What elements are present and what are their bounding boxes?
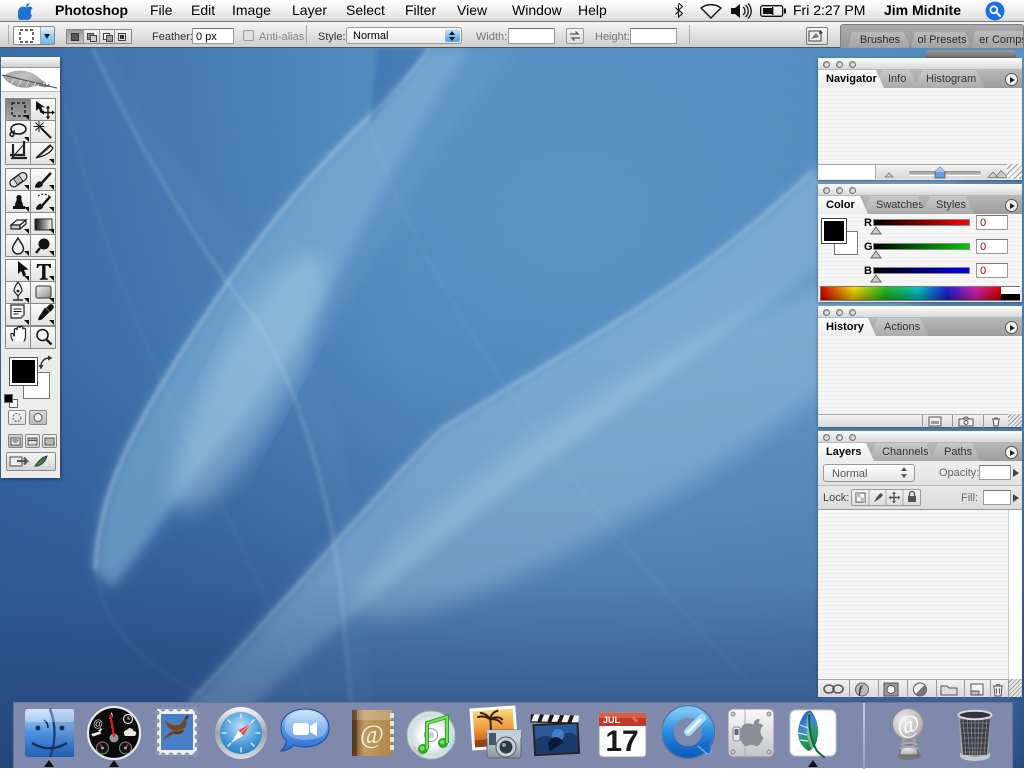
svg-text:@: @: [93, 719, 103, 730]
svg-text:17: 17: [605, 725, 638, 758]
svg-text:✎: ✎: [632, 716, 639, 725]
svg-text:JUL: JUL: [603, 715, 621, 725]
svg-text:@: @: [360, 720, 384, 749]
